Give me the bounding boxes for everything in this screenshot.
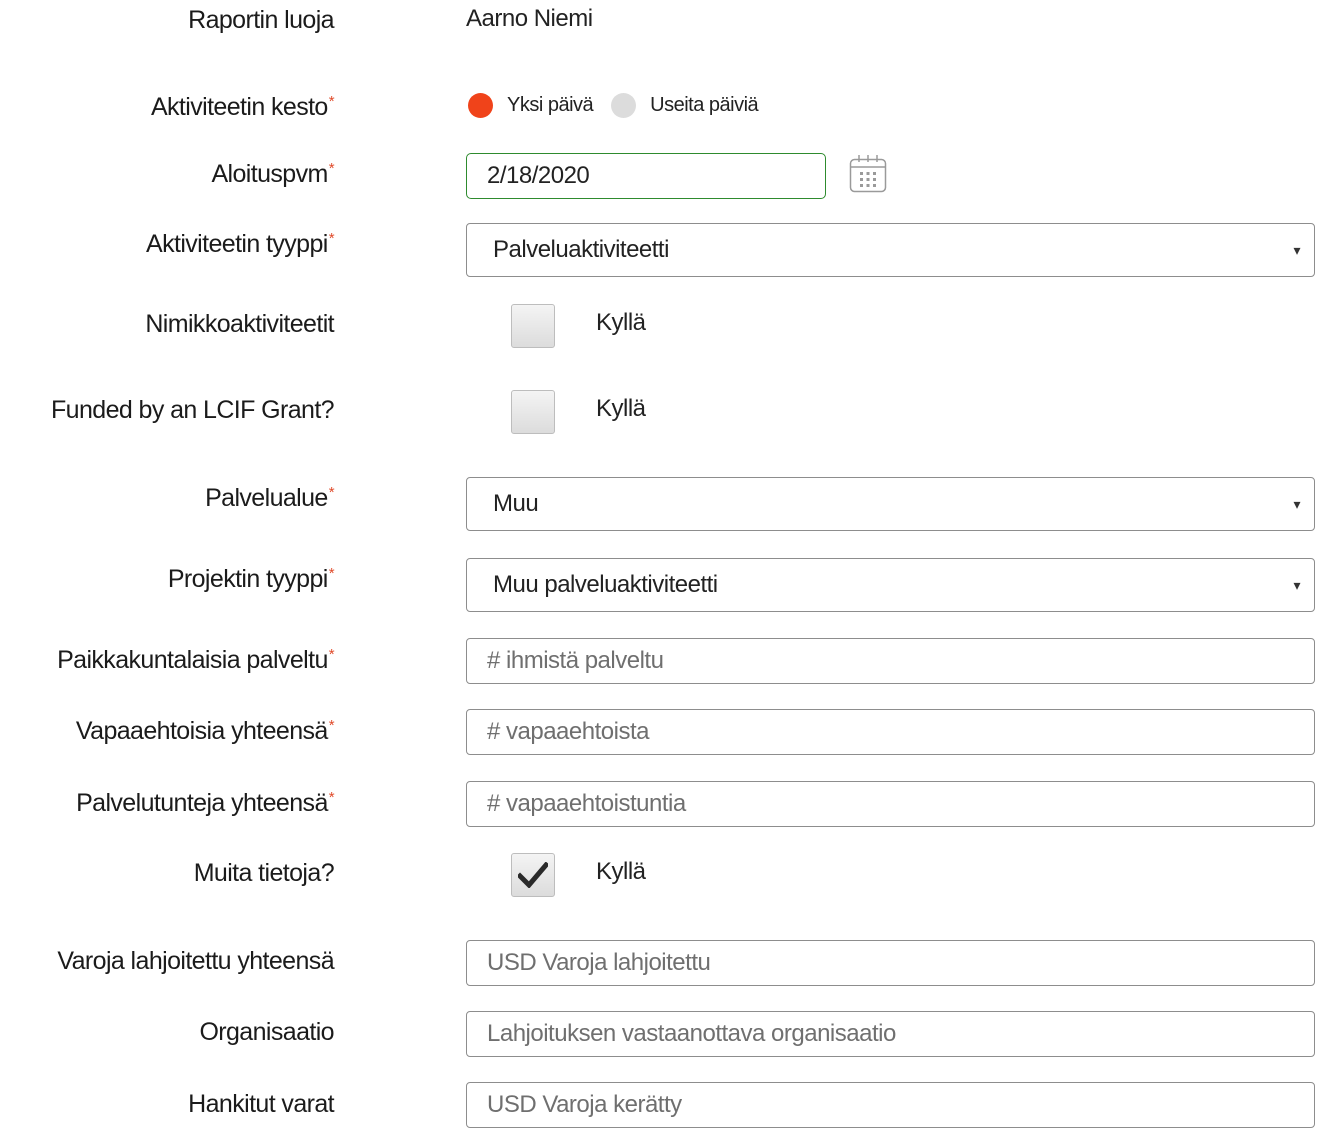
radio-single-day-label: Yksi päivä xyxy=(507,94,594,116)
lcif-grant-checkbox[interactable] xyxy=(511,390,555,434)
creator-label: Raportin luoja xyxy=(188,6,334,34)
more-info-checkbox-label: Kyllä xyxy=(596,858,646,885)
signature-activities-checkbox-label: Kyllä xyxy=(596,309,646,336)
activity-type-label: Aktiviteetin tyyppi* xyxy=(146,230,335,258)
more-info-label: Muita tietoja? xyxy=(193,859,335,887)
checkmark-icon xyxy=(518,862,548,888)
start-date-input[interactable] xyxy=(466,153,826,199)
lcif-grant-checkbox-label: Kyllä xyxy=(596,395,646,422)
more-info-checkbox[interactable] xyxy=(511,853,555,897)
radio-multiple-days-label: Useita päiviä xyxy=(650,94,759,116)
start-date-label: Aloituspvm* xyxy=(211,160,334,188)
project-type-label: Projektin tyyppi* xyxy=(167,565,335,593)
duration-radio-group: Yksi päivä Useita päiviä xyxy=(468,93,776,118)
funds-donated-input[interactable] xyxy=(466,940,1315,986)
volunteers-label: Vapaaehtoisia yhteensä* xyxy=(75,717,335,745)
service-hours-input[interactable] xyxy=(466,781,1315,827)
service-hours-label: Palvelutunteja yhteensä* xyxy=(76,789,335,817)
chevron-down-icon: ▾ xyxy=(1293,576,1300,593)
funds-raised-label: Hankitut varat xyxy=(188,1090,334,1118)
calendar-icon[interactable] xyxy=(849,154,887,194)
creator-value: Aarno Niemi xyxy=(466,5,593,32)
people-served-input[interactable] xyxy=(466,638,1315,684)
signature-activities-checkbox[interactable] xyxy=(511,304,555,348)
radio-single-day[interactable] xyxy=(468,93,493,118)
volunteers-input[interactable] xyxy=(466,709,1315,755)
service-area-value: Muu xyxy=(493,490,539,517)
service-area-label: Palvelualue* xyxy=(205,484,335,512)
project-type-select[interactable]: Muu palveluaktiviteetti ▾ xyxy=(466,558,1315,612)
activity-type-value: Palveluaktiviteetti xyxy=(493,236,669,263)
service-area-select[interactable]: Muu ▾ xyxy=(466,477,1315,531)
funds-donated-label: Varoja lahjoitettu yhteensä xyxy=(57,947,334,975)
lcif-grant-label: Funded by an LCIF Grant? xyxy=(51,396,335,424)
chevron-down-icon: ▾ xyxy=(1293,495,1300,512)
organization-input[interactable] xyxy=(466,1011,1315,1057)
chevron-down-icon: ▾ xyxy=(1293,241,1300,258)
organization-label: Organisaatio xyxy=(199,1018,334,1046)
funds-raised-input[interactable] xyxy=(466,1082,1315,1128)
activity-type-select[interactable]: Palveluaktiviteetti ▾ xyxy=(466,223,1315,277)
radio-multiple-days[interactable] xyxy=(611,93,637,118)
signature-activities-label: Nimikkoaktiviteetit xyxy=(145,310,334,338)
project-type-value: Muu palveluaktiviteetti xyxy=(493,571,718,598)
people-served-label: Paikkakuntalaisia palveltu* xyxy=(57,646,335,674)
duration-label: Aktiviteetin kesto* xyxy=(150,93,335,121)
